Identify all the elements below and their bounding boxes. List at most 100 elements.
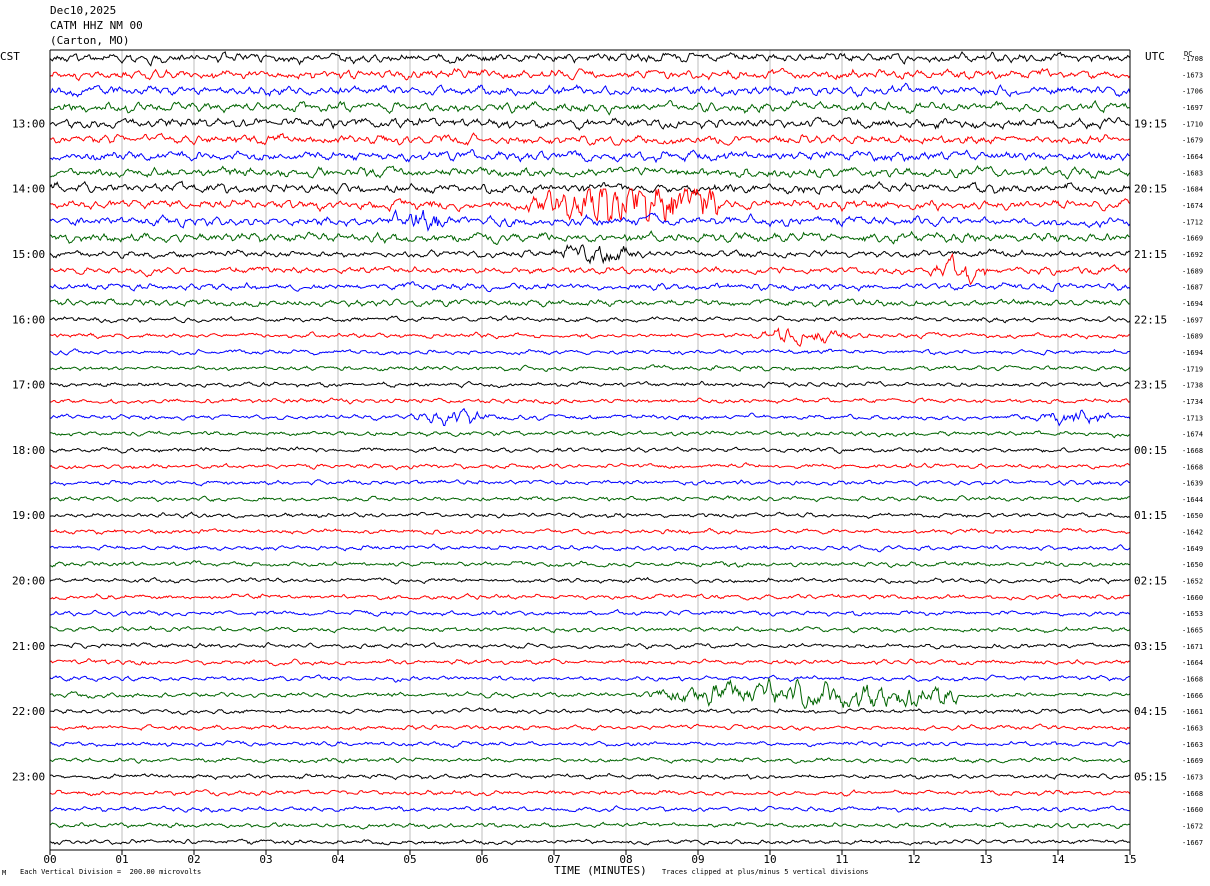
trace-38 [49, 674, 1131, 683]
trace-4 [49, 116, 1131, 131]
trace-32 [49, 576, 1131, 585]
dc-value-48: -1667 [1182, 839, 1203, 847]
trace-0 [49, 51, 1131, 67]
trace-11 [49, 230, 1131, 245]
trace-28 [49, 511, 1131, 520]
left-timezone-label: CST [0, 50, 20, 63]
trace-20 [49, 380, 1131, 389]
dc-value-24: -1668 [1182, 447, 1203, 455]
dc-value-4: -1710 [1182, 120, 1203, 128]
right-hour-label-5: 00:15 [1134, 444, 1167, 457]
vertical-scale-note: Each Vertical Division = 200.00 microvol… [20, 868, 202, 876]
dc-value-28: -1650 [1182, 512, 1203, 520]
dc-value-40: -1661 [1182, 708, 1203, 716]
dc-value-38: -1668 [1182, 676, 1203, 684]
left-hour-label-1: 14:00 [12, 183, 45, 196]
dc-value-41: -1663 [1182, 725, 1203, 733]
left-hour-label-5: 18:00 [12, 444, 45, 457]
right-hour-label-10: 05:15 [1134, 771, 1167, 784]
x-tick-label-09: 09 [691, 853, 704, 866]
right-hour-label-9: 04:15 [1134, 705, 1167, 718]
dc-value-20: -1738 [1182, 382, 1203, 390]
trace-31 [49, 560, 1131, 569]
x-tick-label-13: 13 [979, 853, 992, 866]
dc-offset-header: DC [1184, 50, 1193, 58]
dc-value-10: -1712 [1182, 218, 1203, 226]
x-tick-label-11: 11 [835, 853, 848, 866]
trace-37 [49, 658, 1131, 667]
dc-value-19: -1719 [1182, 365, 1203, 373]
helicorder-plot: 00 01 02 03 04 05 06 07 08 09 10 11 12 13 14 15 -1708-1… [12, 49, 1203, 866]
dc-value-1: -1673 [1182, 71, 1203, 79]
dc-value-27: -1644 [1182, 496, 1203, 504]
trace-2 [49, 82, 1131, 98]
x-tick-label-12: 12 [907, 853, 920, 866]
dc-value-8: -1684 [1182, 186, 1203, 194]
seismogram-traces [49, 51, 1131, 846]
trace-46 [49, 805, 1130, 813]
x-tick-label-10: 10 [763, 853, 776, 866]
dc-value-46: -1660 [1182, 806, 1203, 814]
trace-16 [49, 315, 1131, 324]
right-hour-label-4: 23:15 [1134, 379, 1167, 392]
dc-value-18: -1694 [1182, 349, 1203, 357]
trace-26 [49, 479, 1131, 487]
dc-value-17: -1689 [1182, 333, 1203, 341]
dc-value-9: -1674 [1182, 202, 1203, 210]
dc-value-36: -1671 [1182, 643, 1203, 651]
trace-41 [49, 723, 1131, 732]
right-hour-label-8: 03:15 [1134, 640, 1167, 653]
left-hour-label-6: 19:00 [12, 509, 45, 522]
x-tick-label-14: 14 [1051, 853, 1065, 866]
trace-13 [49, 252, 1131, 286]
trace-9 [49, 187, 1131, 223]
x-tick-label-15: 15 [1123, 853, 1136, 866]
trace-15 [49, 298, 1131, 308]
dc-value-7: -1683 [1182, 169, 1203, 177]
left-hour-label-4: 17:00 [12, 379, 45, 392]
trace-35 [49, 625, 1131, 634]
dc-value-22: -1713 [1182, 414, 1203, 422]
dc-value-12: -1692 [1182, 251, 1203, 259]
dc-value-45: -1668 [1182, 790, 1203, 798]
dc-value-15: -1694 [1182, 300, 1203, 308]
dc-value-13: -1689 [1182, 267, 1203, 275]
dc-value-6: -1664 [1182, 153, 1203, 161]
x-tick-label-00: 00 [43, 853, 56, 866]
x-axis-title: TIME (MINUTES) [554, 864, 647, 877]
trace-44 [49, 772, 1131, 781]
plot-date: Dec10,2025 [50, 4, 117, 17]
x-tick-label-05: 05 [403, 853, 416, 866]
station-code: CATM HHZ NM 00 [50, 19, 143, 32]
left-hour-label-2: 15:00 [12, 248, 45, 261]
trace-33 [49, 592, 1131, 601]
station-location: (Carton, MO) [50, 34, 130, 47]
x-tick-label-06: 06 [475, 853, 488, 866]
x-tick-label-01: 01 [115, 853, 128, 866]
trace-42 [49, 740, 1131, 749]
trace-17 [49, 327, 1131, 348]
trace-39 [49, 677, 1131, 709]
dc-value-26: -1639 [1182, 480, 1203, 488]
trace-10 [49, 208, 1131, 232]
trace-43 [49, 756, 1131, 764]
dc-value-43: -1669 [1182, 757, 1203, 765]
dc-value-35: -1665 [1182, 627, 1203, 635]
trace-36 [49, 641, 1131, 650]
dc-value-33: -1660 [1182, 594, 1203, 602]
trace-22 [49, 407, 1131, 427]
left-hour-label-0: 13:00 [12, 117, 45, 130]
dc-value-16: -1697 [1182, 316, 1203, 324]
dc-value-42: -1663 [1182, 741, 1203, 749]
trace-34 [50, 608, 1131, 617]
trace-47 [49, 821, 1131, 830]
right-hour-label-2: 21:15 [1134, 248, 1167, 261]
dc-value-44: -1673 [1182, 774, 1203, 782]
right-hour-label-6: 01:15 [1134, 509, 1167, 522]
trace-48 [49, 838, 1131, 846]
dc-value-11: -1669 [1182, 235, 1203, 243]
right-timezone-label: UTC [1145, 50, 1165, 63]
dc-value-29: -1642 [1182, 529, 1203, 537]
dc-value-23: -1674 [1182, 431, 1203, 439]
left-hour-label-8: 21:00 [12, 640, 45, 653]
